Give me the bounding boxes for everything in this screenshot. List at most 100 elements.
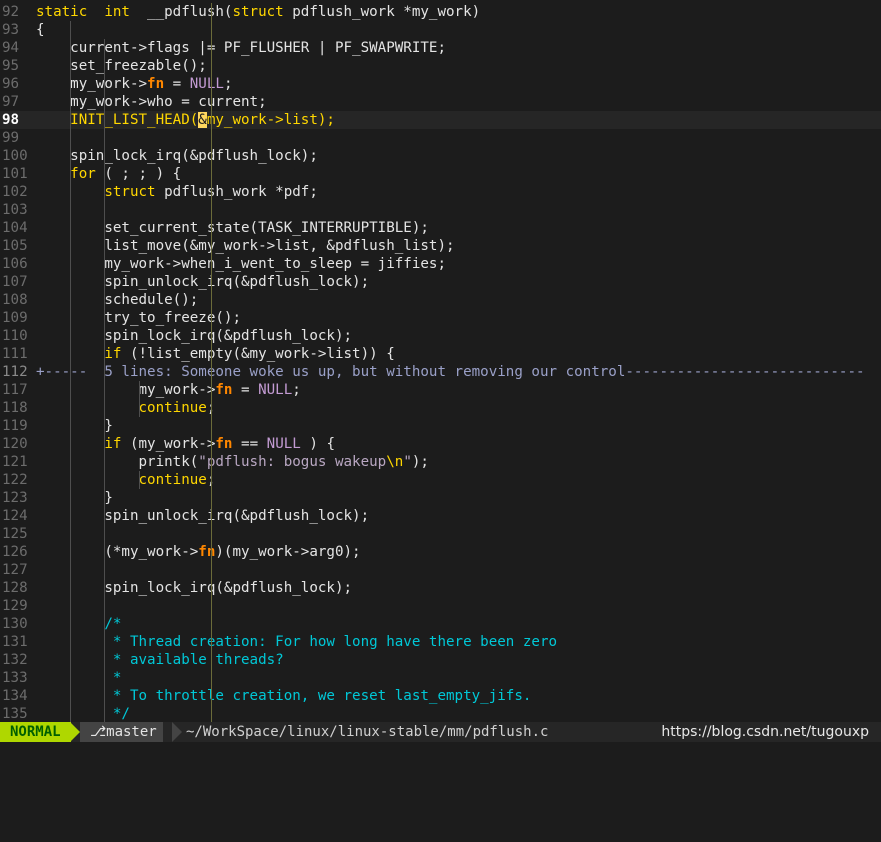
code-token: }	[36, 418, 113, 434]
code-line[interactable]: 105 list_move(&my_work->list, &pdflush_l…	[0, 237, 881, 255]
fold-line[interactable]: 112 +----- 5 lines: Someone woke us up, b…	[0, 363, 881, 381]
code-text: * available threads?	[36, 651, 284, 669]
code-token: current->flags |= PF_FLUSHER | PF_SWAPWR…	[36, 40, 446, 56]
code-token: if	[36, 436, 122, 452]
code-text: }	[36, 417, 113, 435]
code-line[interactable]: 135 */	[0, 705, 881, 723]
code-line[interactable]: 104 set_current_state(TASK_INTERRUPTIBLE…	[0, 219, 881, 237]
code-line[interactable]: 102 struct pdflush_work *pdf;	[0, 183, 881, 201]
code-token: );	[411, 454, 429, 470]
code-line[interactable]: 103	[0, 201, 881, 219]
code-text: for ( ; ; ) {	[36, 165, 181, 183]
code-token: ;	[223, 76, 233, 92]
code-line[interactable]: 132 * available threads?	[0, 651, 881, 669]
line-number: 104	[2, 220, 28, 236]
code-token: "	[403, 454, 412, 470]
watermark: https://blog.csdn.net/tugouxp	[661, 724, 869, 740]
code-line[interactable]: 96 my_work->fn = NULL;	[0, 75, 881, 93]
code-token: * To throttle creation, we reset last_em…	[36, 688, 532, 704]
code-text: struct pdflush_work *pdf;	[36, 183, 318, 201]
code-token: fn	[198, 544, 216, 560]
code-token: my_work->	[36, 382, 216, 398]
code-line[interactable]: 120 if (my_work->fn == NULL ) {	[0, 435, 881, 453]
code-line[interactable]: 121 printk("pdflush: bogus wakeup\n");	[0, 453, 881, 471]
branch-name: master	[106, 724, 157, 740]
line-number: 128	[2, 580, 28, 596]
code-token: continue	[36, 400, 207, 416]
code-line[interactable]: 111 if (!list_empty(&my_work->list)) {	[0, 345, 881, 363]
indent-guide	[138, 471, 140, 489]
code-line[interactable]: 124 spin_unlock_irq(&pdflush_lock);	[0, 507, 881, 525]
code-line[interactable]: 117 my_work->fn = NULL;	[0, 381, 881, 399]
line-number: 122	[2, 472, 28, 488]
code-token: =	[232, 382, 259, 398]
code-line[interactable]: 133 *	[0, 669, 881, 687]
code-line[interactable]: 110 spin_lock_irq(&pdflush_lock);	[0, 327, 881, 345]
line-number: 121	[2, 454, 28, 470]
code-line[interactable]: 125	[0, 525, 881, 543]
code-text: static int __pdflush(struct pdflush_work…	[36, 3, 480, 21]
code-line[interactable]: 97 my_work->who = current;	[0, 93, 881, 111]
line-number: 109	[2, 310, 28, 326]
code-line[interactable]: 106 my_work->when_i_went_to_sleep = jiff…	[0, 255, 881, 273]
code-token: my_work->list);	[206, 112, 335, 128]
code-line[interactable]: 127	[0, 561, 881, 579]
code-token: __pdflush(	[129, 4, 233, 20]
git-branch: ⎇master	[80, 722, 163, 742]
line-number: 119	[2, 418, 28, 434]
code-line[interactable]: 131 * Thread creation: For how long have…	[0, 633, 881, 651]
code-token: struct	[36, 184, 156, 200]
code-text: printk("pdflush: bogus wakeup\n");	[36, 453, 429, 471]
code-token: if	[36, 346, 122, 362]
code-line[interactable]: 101 for ( ; ; ) {	[0, 165, 881, 183]
code-line[interactable]: 128 spin_lock_irq(&pdflush_lock);	[0, 579, 881, 597]
code-line[interactable]: 129	[0, 597, 881, 615]
code-line[interactable]: 126 (*my_work->fn)(my_work->arg0);	[0, 543, 881, 561]
code-line[interactable]: 108 schedule();	[0, 291, 881, 309]
code-line[interactable]: 122 continue;	[0, 471, 881, 489]
code-token: * available threads?	[36, 652, 284, 668]
code-token: {	[36, 22, 45, 38]
code-token: for	[36, 166, 96, 182]
code-token: * Thread creation: For how long have the…	[36, 634, 558, 650]
line-number: 120	[2, 436, 28, 452]
code-text: list_move(&my_work->list, &pdflush_list)…	[36, 237, 454, 255]
line-number: 94	[2, 40, 20, 56]
code-token: }	[36, 490, 113, 506]
code-line[interactable]: 123 }	[0, 489, 881, 507]
code-text: +----- 5 lines: Someone woke us up, but …	[36, 363, 865, 381]
code-line[interactable]: 95 set_freezable();	[0, 57, 881, 75]
code-token: ) {	[300, 436, 335, 452]
code-text: {	[36, 21, 45, 39]
code-token: my_work->	[36, 76, 148, 92]
line-number: 135	[2, 706, 28, 722]
code-token: \n	[386, 454, 404, 470]
code-line[interactable]: 134 * To throttle creation, we reset las…	[0, 687, 881, 705]
code-line[interactable]: 100 spin_lock_irq(&pdflush_lock);	[0, 147, 881, 165]
code-text: }	[36, 489, 113, 507]
code-line[interactable]: 118 continue;	[0, 399, 881, 417]
code-line[interactable]: 130 /*	[0, 615, 881, 633]
code-line[interactable]: 107 spin_unlock_irq(&pdflush_lock);	[0, 273, 881, 291]
branch-separator-icon	[172, 722, 182, 742]
code-token: pdflush_work *my_work)	[283, 4, 481, 20]
line-number: 133	[2, 670, 28, 686]
code-token: ( ; ; ) {	[95, 166, 182, 182]
code-line[interactable]: 92 static int __pdflush(struct pdflush_wo…	[0, 3, 881, 21]
line-number: 102	[2, 184, 28, 200]
line-number: 103	[2, 202, 28, 218]
code-line[interactable]: 94 current->flags |= PF_FLUSHER | PF_SWA…	[0, 39, 881, 57]
code-line[interactable]: 99	[0, 129, 881, 147]
code-token: INIT_LIST_HEAD(	[36, 112, 199, 128]
code-token: my_work->when_i_went_to_sleep = jiffies;	[36, 256, 446, 272]
code-token: /*	[36, 616, 122, 632]
code-token: ;	[292, 382, 301, 398]
code-line[interactable]: 93 {	[0, 21, 881, 39]
code-editor[interactable]: 92 static int __pdflush(struct pdflush_wo…	[0, 3, 881, 723]
code-line[interactable]: 119 }	[0, 417, 881, 435]
line-number: 118	[2, 400, 28, 416]
code-line[interactable]: 109 try_to_freeze();	[0, 309, 881, 327]
code-line[interactable]: 98 INIT_LIST_HEAD(&my_work->list);	[0, 111, 881, 129]
code-text: current->flags |= PF_FLUSHER | PF_SWAPWR…	[36, 39, 446, 57]
